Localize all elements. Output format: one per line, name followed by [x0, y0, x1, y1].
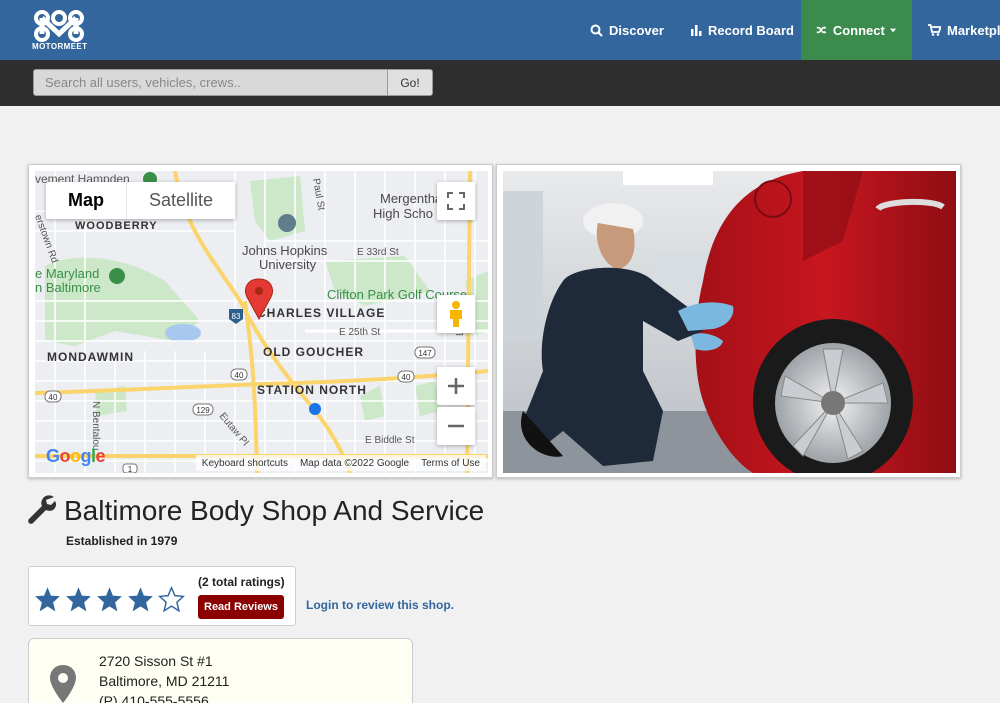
nav-connect[interactable]: Connect [801, 0, 912, 60]
map-type-map-tab[interactable]: Map [46, 182, 127, 219]
shuffle-icon [816, 26, 827, 34]
established-year: Established in 1979 [66, 534, 178, 548]
park-icon [109, 268, 125, 284]
map-label: OLD GOUCHER [263, 345, 364, 359]
zoom-out-button[interactable] [437, 407, 475, 445]
map-label: e Maryland [35, 266, 99, 281]
address-street: 2720 Sisson St #1 [99, 653, 213, 669]
pegman-icon [450, 301, 462, 327]
nav-record-board-label: Record Board [708, 22, 794, 38]
map-type-toggle: Map Satellite [46, 182, 236, 219]
top-navbar: MOTORMEET Discover Record Board Connect … [0, 0, 1000, 60]
transit-icon [309, 403, 321, 415]
terms-of-use-link[interactable]: Terms of Use [421, 458, 480, 469]
fullscreen-icon [447, 192, 465, 210]
bar-chart-icon [691, 25, 702, 36]
minus-icon [448, 424, 464, 428]
search-go-button[interactable]: Go! [387, 69, 433, 96]
google-logo: Google [46, 446, 106, 466]
route-1-shield: 1 [128, 465, 133, 473]
keyboard-shortcuts-link[interactable]: Keyboard shortcuts [202, 458, 288, 469]
logo-wordmark: MOTORMEET [32, 42, 88, 51]
plus-icon [448, 378, 464, 394]
route-40-shield: 40 [235, 371, 244, 380]
search-input[interactable] [33, 69, 388, 96]
map-label: N Bentalou [90, 401, 101, 450]
zoom-in-button[interactable] [437, 367, 475, 405]
search-icon [590, 24, 603, 37]
interstate-83-shield: 83 [232, 312, 241, 321]
caret-down-icon [889, 28, 896, 32]
nav-marketplace-label: Marketpla [947, 22, 1000, 38]
route-40-shield: 40 [49, 393, 58, 402]
star-filled-icon [35, 587, 60, 612]
fullscreen-button[interactable] [437, 182, 475, 220]
map-label: E Biddle St [365, 435, 415, 446]
shop-photo [496, 164, 961, 478]
address-phone: (P) 410-555-5556 [99, 693, 209, 703]
address-city: Baltimore, MD 21211 [99, 673, 230, 689]
route-40-shield: 40 [402, 373, 411, 382]
map-label: CHARLES VILLAGE [257, 306, 385, 320]
star-filled-icon [97, 587, 122, 612]
nav-discover-label: Discover [609, 22, 664, 38]
map-attribution: Keyboard shortcuts Map data ©2022 Google… [195, 455, 486, 471]
rating-panel: (2 total ratings) Read Reviews [28, 566, 296, 626]
map-label: STATION NORTH [257, 383, 367, 397]
map-label: MONDAWMIN [47, 350, 134, 364]
map-label: E 25th St [339, 327, 380, 338]
map-label: University [259, 257, 317, 272]
map-label: E 33rd St [357, 247, 399, 258]
nav-discover[interactable]: Discover [590, 0, 664, 60]
location-map[interactable]: vement Hampden Mergenthaler High Scho Jo… [28, 164, 493, 478]
mechanic-repairing-car-image [503, 171, 956, 473]
route-147-shield: 147 [418, 349, 432, 358]
map-type-satellite-tab[interactable]: Satellite [127, 182, 235, 219]
read-reviews-button[interactable]: Read Reviews [198, 595, 284, 619]
map-marker-icon [50, 665, 76, 703]
nav-marketplace[interactable]: Marketpla [928, 0, 1000, 60]
address-panel: 2720 Sisson St #1 Baltimore, MD 21211 (P… [28, 638, 413, 703]
star-filled-icon [66, 587, 91, 612]
map-label: High Scho [373, 206, 433, 221]
cart-icon [928, 24, 941, 36]
nav-connect-label: Connect [832, 22, 885, 38]
map-label: Johns Hopkins [242, 243, 328, 258]
wrench-icon [28, 495, 57, 524]
map-label: n Baltimore [35, 280, 101, 295]
star-filled-icon [128, 587, 153, 612]
map-label: WOODBERRY [75, 220, 158, 232]
route-129-shield: 129 [196, 406, 210, 415]
nav-record-board[interactable]: Record Board [690, 0, 794, 60]
map-data-text: Map data ©2022 Google [299, 457, 410, 469]
login-to-review-link[interactable]: Login to review this shop. [306, 598, 454, 612]
street-view-button[interactable] [437, 295, 475, 333]
school-icon [278, 214, 296, 232]
star-rating [34, 586, 185, 612]
total-ratings-count: (2 total ratings) [198, 575, 285, 589]
star-empty-icon [158, 586, 185, 612]
page-title: Baltimore Body Shop And Service [64, 495, 485, 526]
